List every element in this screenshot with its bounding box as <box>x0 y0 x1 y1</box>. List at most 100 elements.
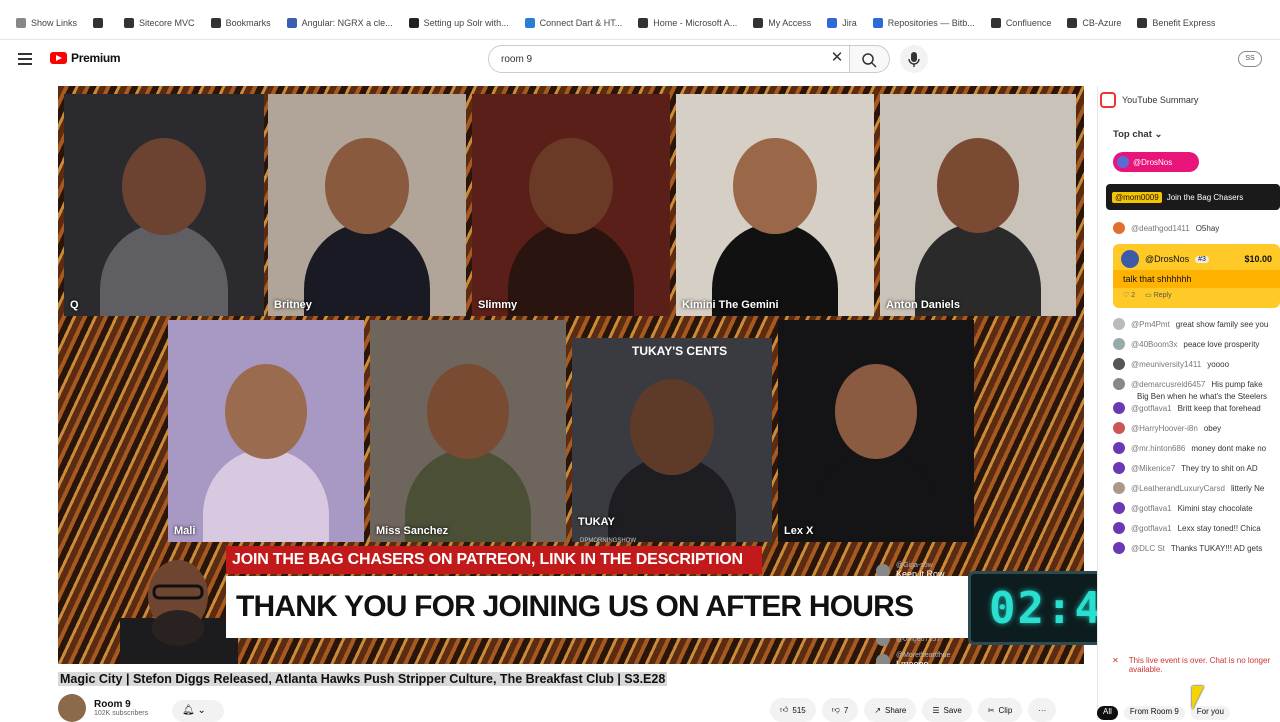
bookmark-item[interactable]: CB-Azure <box>1059 17 1129 28</box>
chat-user: @gotflava1 <box>1131 403 1172 413</box>
bookmark-favicon-icon <box>1067 17 1078 28</box>
chat-filter-tabs: All From Room 9 For you <box>1097 706 1280 720</box>
pinned-message[interactable]: @mom0009 Join the Bag Chasers <box>1106 184 1280 210</box>
overlay-chat-text: Lmaooo <box>896 659 929 664</box>
bookmark-item[interactable]: Benefit Express <box>1129 17 1223 28</box>
chat-avatar <box>1113 522 1125 534</box>
chat-avatar <box>1113 378 1125 390</box>
pinned-user-tag[interactable]: @DrosNos <box>1113 152 1199 172</box>
extension-ss-button[interactable]: SS <box>1238 51 1262 67</box>
video-actions: 👍︎ 515 👎︎ 7 ↗ Share ☰ Save ✂ Clip ··· <box>770 698 1057 722</box>
participant-name: Britney <box>274 299 312 311</box>
super-chat[interactable]: @DrosNos #3 $10.00 talk that shhhhhh ♡ 2… <box>1113 244 1280 308</box>
participant-tile: Kimini The Gemini <box>676 94 874 316</box>
bookmark-favicon-icon <box>210 17 221 28</box>
share-button[interactable]: ↗ Share <box>864 698 917 722</box>
participant-face <box>733 138 817 235</box>
chat-avatar <box>1113 442 1125 454</box>
user-avatar <box>1117 156 1129 168</box>
chat-user: @LeatherandLuxuryCarsd <box>1131 483 1225 493</box>
chat-message: @mr.hinton686 money dont make no <box>1113 442 1280 454</box>
bookmark-label: Jira <box>842 17 857 28</box>
chat-avatar <box>1113 542 1125 554</box>
tab-from-room-9[interactable]: From Room 9 <box>1123 706 1185 720</box>
participant-tile: Anton Daniels <box>880 94 1076 316</box>
voice-search-button[interactable] <box>900 45 928 73</box>
chat-text: great show family see you <box>1175 319 1269 329</box>
search-icon <box>862 53 877 68</box>
more-actions-button[interactable]: ··· <box>1028 698 1057 722</box>
notification-bell-button[interactable]: 🔔︎ ⌄ <box>172 700 224 722</box>
chat-text: Big Ben when he what's the Steelers <box>1137 391 1268 401</box>
participant-name: Miss Sanchez <box>376 525 449 537</box>
bookmark-item[interactable]: Home - Microsoft A... <box>630 17 745 28</box>
bookmark-item[interactable]: Sitecore MVC <box>116 17 203 28</box>
chat-user: @gotflava1 <box>1131 523 1172 533</box>
microphone-icon <box>908 52 920 67</box>
save-icon: ☰ <box>932 705 940 715</box>
bookmark-item[interactable]: My Access <box>745 17 819 28</box>
bookmark-item[interactable]: Bookmarks <box>203 17 279 28</box>
bookmark-favicon-icon <box>1137 17 1148 28</box>
channel-info[interactable]: Room 9 102K subscribers <box>58 694 148 722</box>
chat-avatar <box>1113 338 1125 350</box>
bookmark-item[interactable]: Confluence <box>983 17 1060 28</box>
superchat-user: @DrosNos <box>1145 254 1190 264</box>
bookmark-favicon-icon <box>753 17 764 28</box>
chat-message: @Pm4Pmt great show family see you <box>1113 318 1280 330</box>
bookmark-favicon-icon <box>93 17 104 28</box>
chat-user: @meuniversity1411 <box>1131 359 1202 369</box>
chat-message: @LeatherandLuxuryCarsd litterly Ne <box>1113 482 1280 494</box>
bell-icon: 🔔︎ ⌄ <box>182 705 206 716</box>
bookmark-item[interactable]: Repositories — Bitb... <box>865 17 983 28</box>
participant-face <box>529 138 613 235</box>
superchat-reply-button[interactable]: ▭ Reply <box>1145 291 1171 299</box>
chat-avatar <box>1113 318 1125 330</box>
share-icon: ↗ <box>874 705 882 715</box>
participant-face <box>426 364 510 460</box>
search-input[interactable]: room 9 <box>488 45 850 73</box>
like-button[interactable]: 👍︎ 515 <box>770 698 816 722</box>
youtube-summary-extension[interactable]: YouTube Summary <box>1100 88 1280 112</box>
clip-button[interactable]: ✂ Clip <box>977 698 1023 722</box>
search-button[interactable] <box>850 45 890 73</box>
save-button[interactable]: ☰ Save <box>922 698 972 722</box>
bookmark-item[interactable] <box>85 17 116 28</box>
superchat-like-button[interactable]: ♡ 2 <box>1123 291 1135 299</box>
bookmark-item[interactable]: Setting up Solr with... <box>401 17 517 28</box>
top-chat-dropdown[interactable]: Top chat ⌄ <box>1113 129 1163 140</box>
tab-all[interactable]: All <box>1097 706 1118 720</box>
bookmark-label: Benefit Express <box>1152 17 1216 28</box>
participant-tile: Lex X <box>778 320 974 542</box>
bookmark-item[interactable]: Jira <box>819 17 865 28</box>
channel-name[interactable]: Room 9 <box>94 699 148 710</box>
bookmark-item[interactable]: Angular: NGRX a cle... <box>279 17 401 28</box>
pinned-text: Join the Bag Chasers <box>1166 192 1244 202</box>
dislike-button[interactable]: 👎︎ 7 <box>821 698 859 722</box>
scissors-icon: ✂ <box>987 705 995 715</box>
chat-user: @Pm4Pmt <box>1131 319 1170 329</box>
chat-user: @40Boom3x <box>1131 339 1178 349</box>
participant-body <box>813 448 939 542</box>
chat-text: money dont make no <box>1191 443 1267 453</box>
close-icon[interactable]: ✕ <box>1112 656 1119 674</box>
participant-tile: Miss Sanchez <box>370 320 566 542</box>
youtube-premium-logo[interactable]: Premium <box>50 51 121 65</box>
chat-text: O5hay <box>1195 223 1220 233</box>
bookmark-item[interactable]: Connect Dart & HT... <box>517 17 631 28</box>
chat-text: Britt keep that forehead <box>1177 403 1261 413</box>
bookmark-favicon-icon <box>638 17 649 28</box>
participant-tile: Q <box>64 94 264 316</box>
overlay-chat-line: @Moretheartfhue Lmaooo <box>876 652 1036 664</box>
channel-avatar[interactable] <box>58 694 86 722</box>
tukay-cents-logo: TUKAY'S CENTS <box>632 344 728 358</box>
clear-search-icon[interactable]: ✕ <box>829 50 845 66</box>
bookmark-item[interactable]: Show Links <box>8 17 85 28</box>
chat-message: @gotflava1 Kimini stay chocolate <box>1113 502 1280 514</box>
chat-message: @Mikenice7 They try to shit on AD <box>1113 462 1280 474</box>
chat-message: @deathgod1411 O5hay <box>1113 222 1280 234</box>
hamburger-menu-icon[interactable] <box>18 53 32 65</box>
chat-user: @deathgod1411 <box>1131 223 1190 233</box>
bookmark-favicon-icon <box>827 17 838 28</box>
chat-text: Kimini stay chocolate <box>1177 503 1253 513</box>
